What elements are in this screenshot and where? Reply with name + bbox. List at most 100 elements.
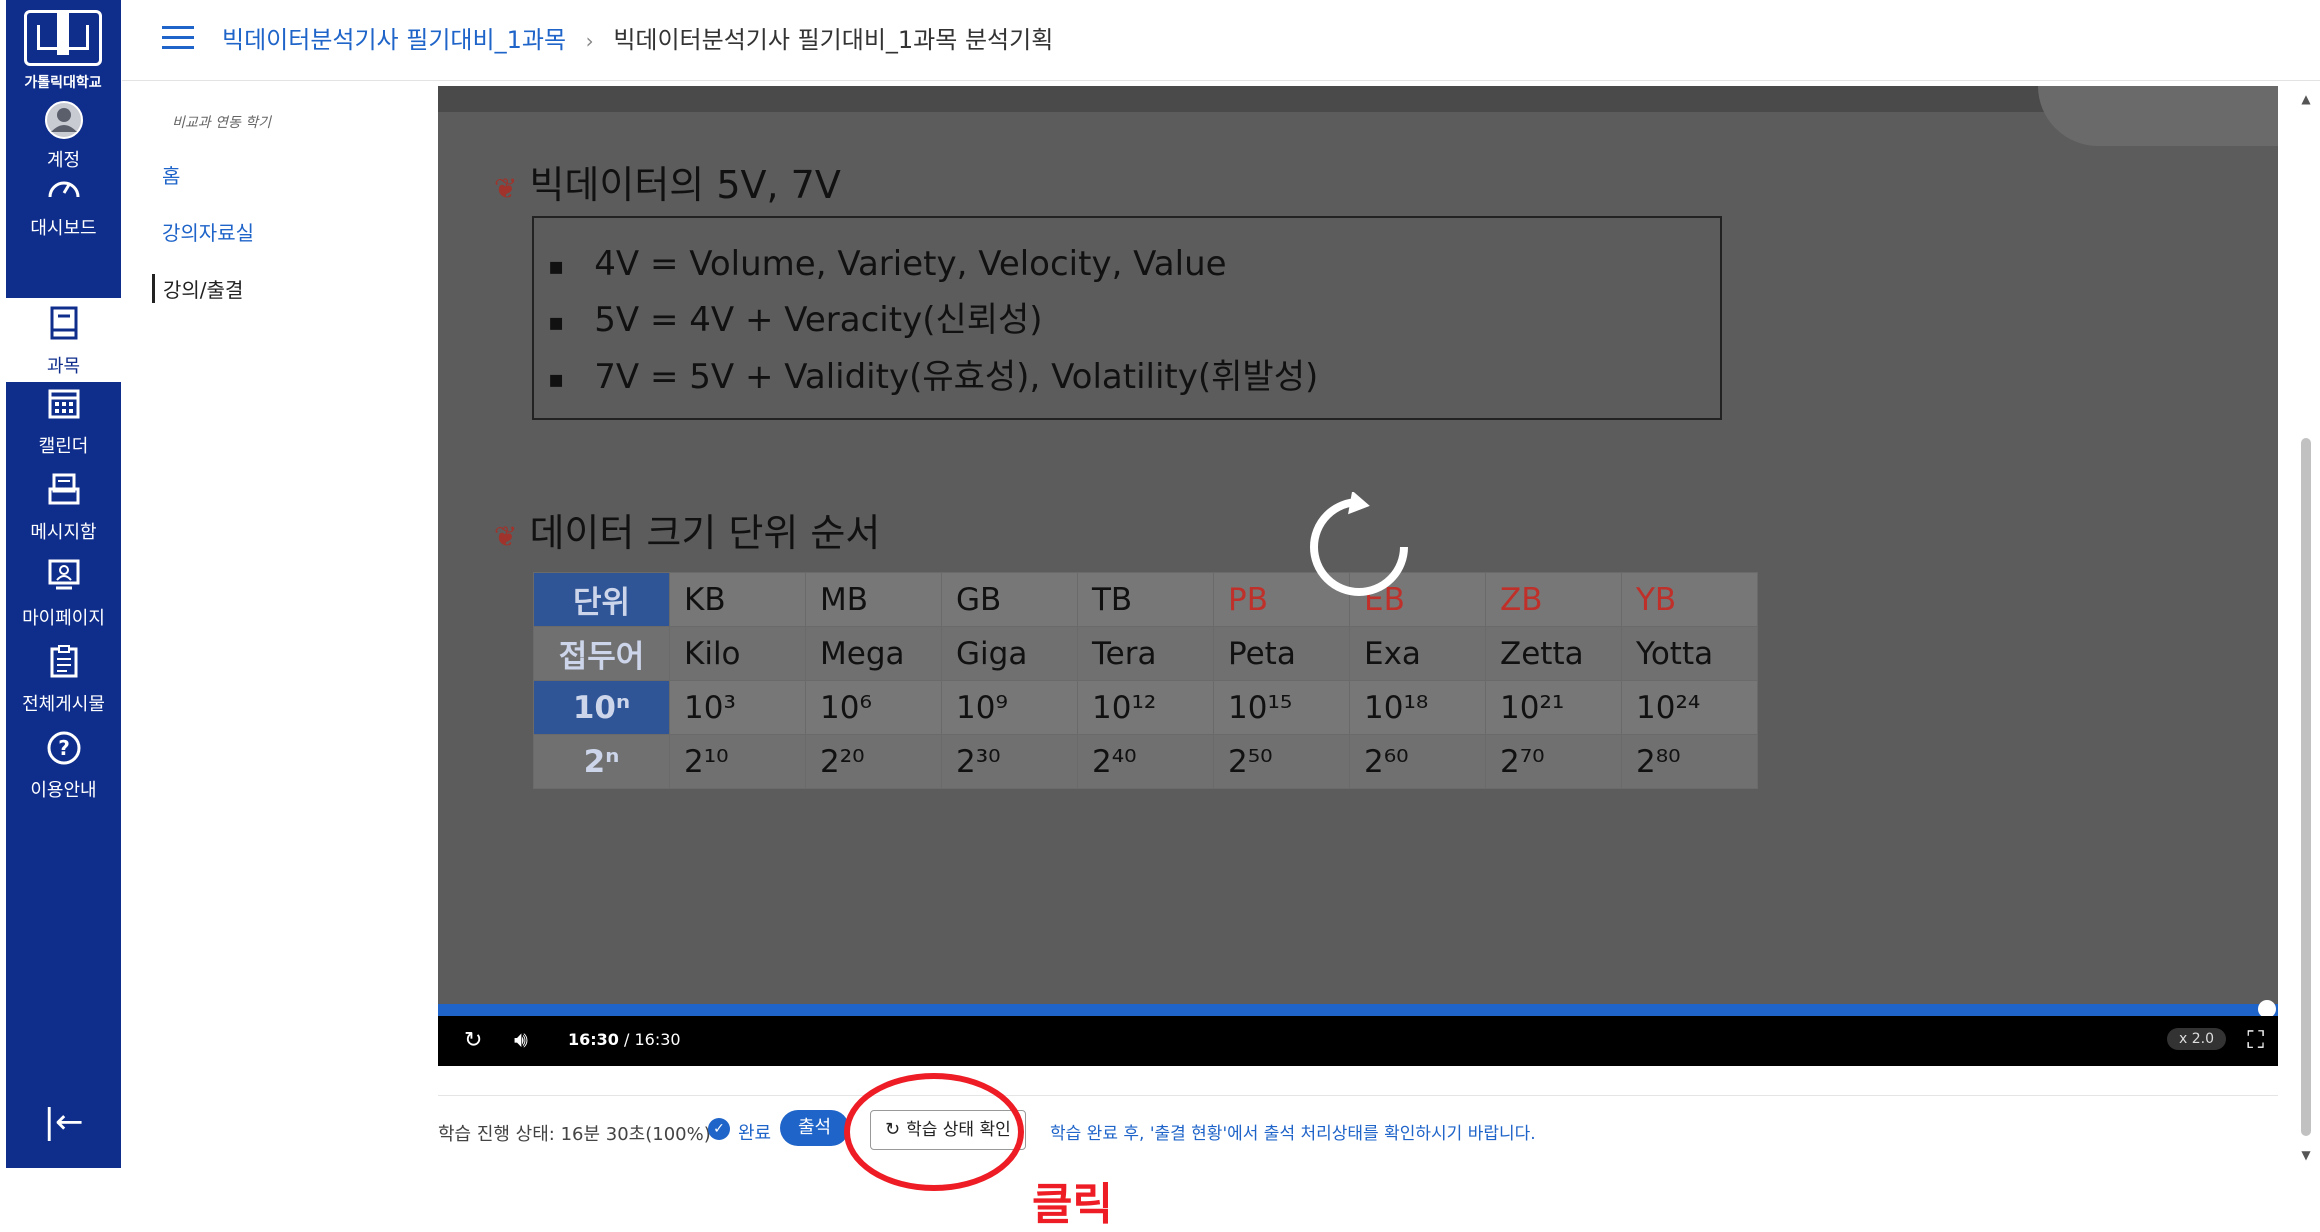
page-scrollbar[interactable]: ▲ ▼ xyxy=(2298,92,2314,1162)
attendance-badge: 출석 xyxy=(780,1110,850,1146)
learning-progress-text: 학습 진행 상태: 16분 30초(100%) xyxy=(438,1124,711,1145)
course-nav-home[interactable]: 홈 xyxy=(152,160,432,189)
scroll-up-icon[interactable]: ▲ xyxy=(2298,92,2314,106)
row-header: 단위 xyxy=(533,572,670,627)
time-current: 16:30 xyxy=(568,1030,619,1049)
logo-text: 가톨릭대학교 xyxy=(24,75,102,91)
annotation-click-label: 클릭 xyxy=(1032,1179,1113,1230)
gnav-item-mypage[interactable]: 마이페이지 xyxy=(6,558,121,638)
playback-speed-button[interactable]: x 2.0 xyxy=(2167,1028,2226,1050)
gnav-item-label: 전체게시물 xyxy=(22,694,105,715)
table-cell: 2⁴⁰ xyxy=(1077,734,1214,789)
video-progress-bar[interactable] xyxy=(438,1000,2278,1018)
breadcrumb-course-link[interactable]: 빅데이터분석기사 필기대비_1과목 xyxy=(222,26,566,54)
row-header: 2ⁿ xyxy=(533,734,670,789)
table-cell: Yotta xyxy=(1621,626,1758,681)
divider xyxy=(438,1095,2278,1096)
gnav-item-label: 마이페이지 xyxy=(22,608,105,629)
course-nav-lectures[interactable]: 강의/출결 xyxy=(152,274,432,303)
table-cell: Mega xyxy=(805,626,942,681)
table-row: 10ⁿ 10³ 10⁶ 10⁹ 10¹² 10¹⁵ 10¹⁸ 10²¹ 10²⁴ xyxy=(533,680,1758,735)
annotation-circle xyxy=(844,1073,1024,1191)
slide-bullet: 4V = Volume, Variety, Velocity, Value xyxy=(548,244,1720,284)
table-cell: Tera xyxy=(1077,626,1214,681)
completion-status: 완료 xyxy=(738,1123,772,1144)
table-cell: Zetta xyxy=(1485,626,1622,681)
calendar-icon xyxy=(6,386,121,430)
table-cell: KB xyxy=(669,572,806,627)
row-header: 접두어 xyxy=(533,626,670,681)
table-cell: 2⁶⁰ xyxy=(1349,734,1486,789)
inbox-icon xyxy=(6,472,121,516)
gnav-item-label: 메시지함 xyxy=(30,522,97,543)
slide-bullet-box: 4V = Volume, Variety, Velocity, Value 5V… xyxy=(532,216,1722,420)
check-circle-icon: ✓ xyxy=(708,1118,730,1140)
table-cell: ZB xyxy=(1485,572,1622,627)
collapse-nav-button[interactable]: |← xyxy=(6,1102,121,1142)
table-cell: 10²¹ xyxy=(1485,680,1622,735)
attendance-note: 학습 완료 후, '출결 현황'에서 출석 처리상태를 확인하시기 바랍니다. xyxy=(1050,1124,1536,1144)
slide-heading-text: 데이터 크기 단위 순서 xyxy=(529,511,881,555)
global-nav: 가톨릭대학교 계정 대시보드 과목 캘린더 메시지함 마이페이지 전체게시물 ?… xyxy=(6,0,121,1168)
gnav-item-label: 대시보드 xyxy=(30,218,97,239)
table-cell: Giga xyxy=(941,626,1078,681)
scroll-thumb[interactable] xyxy=(2301,438,2311,1136)
volume-icon[interactable]: 🔊︎ xyxy=(514,1028,528,1053)
chevron-right-icon: › xyxy=(585,29,594,53)
row-header: 10ⁿ xyxy=(533,680,670,735)
table-cell: 10⁹ xyxy=(941,680,1078,735)
table-cell: TB xyxy=(1077,572,1214,627)
video-player[interactable]: ❦ 빅데이터의 5V, 7V 4V = Volume, Variety, Velo… xyxy=(438,86,2278,1066)
table-cell: 2⁸⁰ xyxy=(1621,734,1758,789)
gnav-item-label: 이용안내 xyxy=(30,780,97,801)
slide-heading-units: ❦ 데이터 크기 단위 순서 xyxy=(494,502,880,557)
gnav-item-dashboard[interactable]: 대시보드 xyxy=(6,168,121,248)
gnav-item-courses[interactable]: 과목 xyxy=(6,298,121,382)
university-logo[interactable]: 가톨릭대학교 xyxy=(23,10,103,92)
board-icon xyxy=(6,644,121,688)
gnav-item-label: 캘린더 xyxy=(38,436,89,457)
gnav-item-inbox[interactable]: 메시지함 xyxy=(6,472,121,552)
table-cell: 2⁷⁰ xyxy=(1485,734,1622,789)
gnav-item-board[interactable]: 전체게시물 xyxy=(6,644,121,724)
table-row: 2ⁿ 2¹⁰ 2²⁰ 2³⁰ 2⁴⁰ 2⁵⁰ 2⁶⁰ 2⁷⁰ 2⁸⁰ xyxy=(533,734,1758,789)
gnav-item-help[interactable]: ? 이용안내 xyxy=(6,730,121,810)
gnav-item-calendar[interactable]: 캘린더 xyxy=(6,386,121,466)
table-cell: 10³ xyxy=(669,680,806,735)
table-row: 접두어 Kilo Mega Giga Tera Peta Exa Zetta Y… xyxy=(533,626,1758,681)
table-cell: YB xyxy=(1621,572,1758,627)
table-cell: Peta xyxy=(1213,626,1350,681)
scroll-down-icon[interactable]: ▼ xyxy=(2298,1148,2314,1162)
mypage-icon xyxy=(6,558,121,602)
course-term-label: 비교과 연동 학기 xyxy=(172,115,272,131)
slide-cloud-decoration xyxy=(2038,86,2278,146)
data-unit-table: 단위 KB MB GB TB PB EB ZB YB 접두어 Kilo Mega… xyxy=(533,572,1758,789)
fullscreen-icon[interactable]: ⛶ xyxy=(2247,1026,2264,1054)
hamburger-menu-icon[interactable] xyxy=(162,26,194,50)
replay-icon[interactable]: ↻ xyxy=(464,1028,482,1053)
table-cell: 2¹⁰ xyxy=(669,734,806,789)
svg-text:?: ? xyxy=(58,736,70,760)
video-controls: ↻ 🔊︎ 16:30 / 16:30 x 2.0 ⛶ xyxy=(438,1016,2278,1066)
breadcrumb-current: 빅데이터분석기사 필기대비_1과목 분석기획 xyxy=(613,26,1054,54)
table-cell: Exa xyxy=(1349,626,1486,681)
table-cell: Kilo xyxy=(669,626,806,681)
course-nav: 비교과 연동 학기 홈 강의자료실 강의/출결 xyxy=(152,112,432,303)
table-cell: 10¹⁸ xyxy=(1349,680,1486,735)
replay-spinner-icon[interactable] xyxy=(1304,490,1414,602)
slide-heading-5v7v: ❦ 빅데이터의 5V, 7V xyxy=(494,154,841,209)
account-icon xyxy=(6,100,121,144)
breadcrumb: 빅데이터분석기사 필기대비_1과목 › 빅데이터분석기사 필기대비_1과목 분석… xyxy=(222,20,1053,55)
help-icon: ? xyxy=(6,730,121,774)
slide-bullet: 7V = 5V + Validity(유효성), Volatility(휘발성) xyxy=(548,349,1720,398)
dashboard-icon xyxy=(6,168,121,212)
time-display: 16:30 / 16:30 xyxy=(568,1030,681,1049)
slide-title-strip xyxy=(438,86,2278,112)
table-cell: 10¹⁵ xyxy=(1213,680,1350,735)
time-separator: / xyxy=(618,1030,635,1049)
course-icon xyxy=(6,306,121,350)
table-cell: 10²⁴ xyxy=(1621,680,1758,735)
slide-bullet: 5V = 4V + Veracity(신뢰성) xyxy=(548,292,1720,341)
course-nav-materials[interactable]: 강의자료실 xyxy=(152,217,432,246)
table-row: 단위 KB MB GB TB PB EB ZB YB xyxy=(533,572,1758,627)
